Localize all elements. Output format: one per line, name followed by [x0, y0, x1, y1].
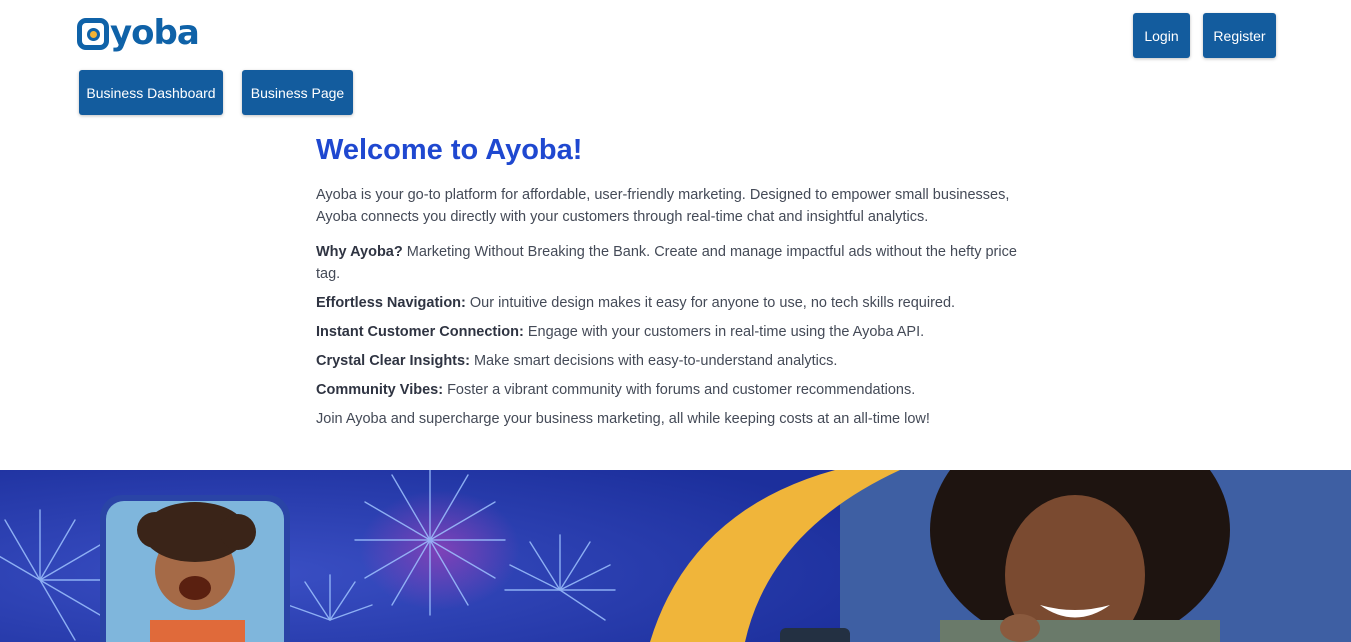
business-page-button[interactable]: Business Page	[242, 70, 353, 115]
feature-why-ayoba: Why Ayoba? Marketing Without Breaking th…	[316, 241, 1026, 285]
page-title: Welcome to Ayoba!	[316, 134, 583, 166]
feature-customer-connection: Instant Customer Connection: Engage with…	[316, 321, 1026, 343]
hero-banner-image	[0, 470, 1351, 642]
closing-text: Join Ayoba and supercharge your business…	[316, 411, 930, 427]
logo-mark-icon	[77, 18, 109, 50]
feature-title: Effortless Navigation:	[316, 295, 466, 311]
feature-text: Marketing Without Breaking the Bank. Cre…	[316, 244, 1017, 282]
feature-text: Our intuitive design makes it easy for a…	[469, 295, 956, 311]
business-dashboard-button[interactable]: Business Dashboard	[79, 70, 223, 115]
ayoba-logo[interactable]: yoba	[77, 13, 200, 53]
feature-community: Community Vibes: Foster a vibrant commun…	[316, 379, 1026, 401]
feature-text: Make smart decisions with easy-to-unders…	[473, 353, 838, 369]
logo-text: yoba	[110, 13, 200, 53]
feature-insights: Crystal Clear Insights: Make smart decis…	[316, 350, 1026, 372]
feature-text: Engage with your customers in real-time …	[527, 324, 925, 340]
login-button[interactable]: Login	[1133, 13, 1190, 58]
register-button[interactable]: Register	[1203, 13, 1276, 58]
feature-title: Community Vibes:	[316, 382, 444, 398]
feature-title: Crystal Clear Insights:	[316, 353, 470, 369]
feature-title: Why Ayoba?	[316, 244, 403, 260]
feature-navigation: Effortless Navigation: Our intuitive des…	[316, 292, 1026, 314]
feature-title: Instant Customer Connection:	[316, 324, 524, 340]
feature-text: Foster a vibrant community with forums a…	[447, 382, 916, 398]
welcome-section: Welcome to Ayoba! Ayoba is your go-to pl…	[316, 130, 1026, 437]
page: yoba Login Register Business Dashboard B…	[0, 0, 1351, 642]
intro-text: Ayoba is your go-to platform for afforda…	[316, 187, 1010, 225]
